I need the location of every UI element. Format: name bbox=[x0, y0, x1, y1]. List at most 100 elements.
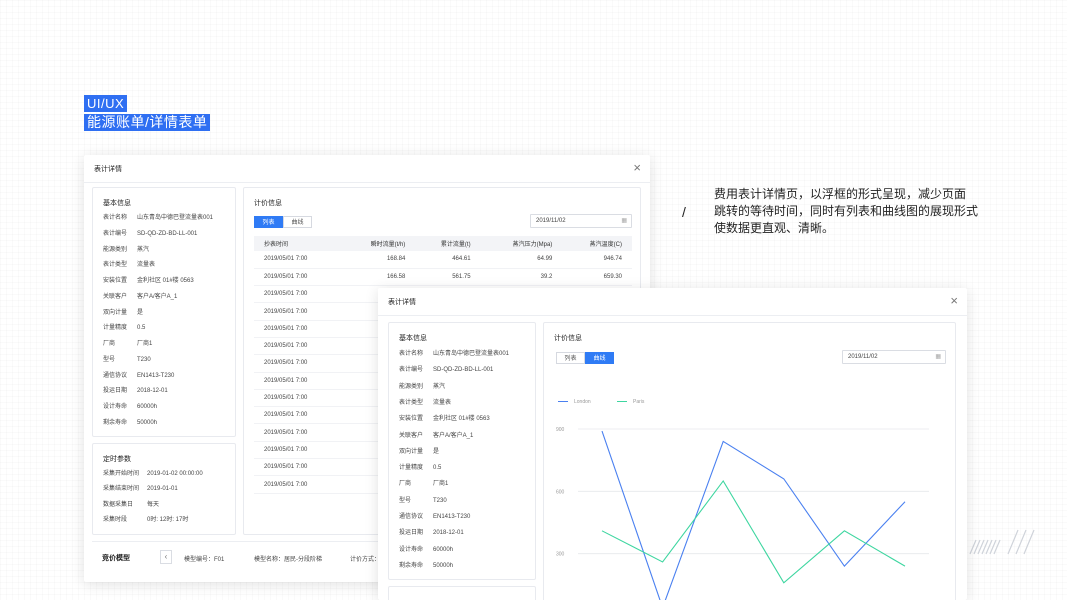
info-label: 表计编号 bbox=[399, 367, 424, 374]
info-row: 剩余寿命 50000h bbox=[103, 419, 157, 427]
info-label: 能源类别 bbox=[103, 246, 128, 253]
table-cell: 2019/05/01 7:00 bbox=[254, 354, 342, 373]
legend-london: London bbox=[558, 399, 591, 405]
basic-info-title: 基本信息 bbox=[399, 335, 427, 342]
legend-paris: Paris bbox=[617, 399, 644, 405]
info-label: 能源类别 bbox=[399, 383, 424, 390]
info-row: 厂商 厂商1 bbox=[103, 340, 152, 348]
info-value: T230 bbox=[137, 356, 151, 363]
info-value: 2019-01-02 00:00:00 bbox=[147, 471, 203, 477]
info-label: 关联客户 bbox=[103, 293, 128, 300]
timing-params-panel bbox=[388, 586, 536, 600]
table-row[interactable]: 2019/05/01 7:00 166.58 561.75 39.2 659.30 bbox=[254, 268, 632, 287]
model-number: 模型编号：F01 bbox=[184, 557, 225, 563]
table-cell: 2019/05/01 7:00 bbox=[254, 302, 342, 321]
info-value: 流量表 bbox=[137, 262, 156, 269]
table-cell: 64.99 bbox=[480, 251, 563, 269]
info-label: 通信协议 bbox=[103, 372, 128, 379]
info-value: 流量表 bbox=[433, 399, 452, 406]
y-tick-label: 300 bbox=[556, 552, 565, 558]
info-row: 计量精度 0.5 bbox=[103, 324, 145, 332]
table-cell: 464.61 bbox=[415, 251, 481, 269]
date-picker[interactable]: 2019/11/02 ▦ bbox=[842, 350, 946, 364]
info-value: EN1413-T230 bbox=[433, 514, 471, 520]
info-label: 表计编号 bbox=[103, 230, 128, 237]
info-value: 2019-01-01 bbox=[147, 486, 178, 493]
info-row: 表计类型 流量表 bbox=[399, 399, 451, 407]
date-value: 2019/11/02 bbox=[848, 354, 878, 360]
prev-arrow-icon[interactable]: ‹ bbox=[160, 550, 172, 564]
info-row: 能源类别 蒸汽 bbox=[103, 246, 149, 254]
info-row: 能源类别 蒸汽 bbox=[399, 383, 445, 391]
info-value: 2018-12-01 bbox=[137, 388, 168, 395]
info-label: 表计名称 bbox=[399, 351, 424, 357]
timing-params-panel: 定时参数 采集开始时间 2019-01-02 00:00:00 采集结束时间 2019… bbox=[92, 443, 236, 535]
table-cell: 2019/05/01 7:00 bbox=[254, 285, 342, 304]
info-value: 60000h bbox=[137, 404, 158, 410]
info-value: 蒸汽 bbox=[137, 246, 150, 253]
tab-curve[interactable]: 曲线 bbox=[283, 216, 312, 228]
basic-info-panel: 基本信息 表计名称 山东青岛中德巴登流量表001 表计编号 SD-QD-ZD-BD-L… bbox=[92, 187, 236, 437]
info-row: 采集开始时间 2019-01-02 00:00:00 bbox=[103, 470, 203, 478]
info-row: 通信协议 EN1413-T230 bbox=[399, 513, 470, 521]
info-value: 是 bbox=[433, 448, 440, 455]
y-tick-label: 900 bbox=[556, 427, 565, 433]
legend-swatch-paris bbox=[617, 401, 627, 403]
info-row: 双向计量 是 bbox=[399, 448, 439, 456]
info-value: 每天 bbox=[147, 501, 160, 508]
tab-list[interactable]: 列表 bbox=[254, 216, 283, 228]
y-tick-label: 600 bbox=[556, 489, 565, 495]
info-row: 安装位置 金利社区 01#楼 0563 bbox=[399, 415, 490, 423]
info-row: 数据采集日 每天 bbox=[103, 501, 159, 509]
pricing-info-title: 计价信息 bbox=[254, 200, 282, 207]
dialog-header: 表计详情 × bbox=[378, 288, 967, 316]
legend-label: London bbox=[574, 399, 591, 405]
info-row: 型号 T230 bbox=[399, 497, 447, 505]
info-row: 剩余寿命 50000h bbox=[399, 562, 453, 570]
table-cell: 2019/05/01 7:00 bbox=[254, 389, 342, 408]
info-value: 0.5 bbox=[433, 465, 442, 472]
meter-detail-dialog-curve: 表计详情 × 基本信息 表计名称 山东青岛中德巴登流量表001 表计编号 SD-QD-… bbox=[378, 288, 967, 600]
info-row: 安装位置 金利社区 01#楼 0563 bbox=[103, 277, 194, 285]
dialog-title: 表计详情 bbox=[94, 166, 122, 173]
table-cell: 2019/05/01 7:00 bbox=[254, 268, 342, 287]
info-value: 是 bbox=[137, 309, 144, 316]
info-row: 采集时段 0时: 12时: 17时 bbox=[103, 516, 188, 524]
info-value: 山东青岛中德巴登流量表001 bbox=[433, 351, 510, 357]
info-label: 设计寿命 bbox=[399, 546, 424, 553]
flow-line-chart: 900 600 300 bbox=[556, 427, 929, 600]
info-label: 表计类型 bbox=[399, 399, 424, 406]
info-row: 双向计量 是 bbox=[103, 309, 143, 317]
column-header: 累计流量(t) bbox=[415, 236, 481, 251]
info-label: 投运日期 bbox=[103, 388, 128, 395]
info-value: 50000h bbox=[433, 562, 454, 569]
info-row: 投运日期 2018-12-01 bbox=[399, 529, 464, 537]
table-cell: 168.84 bbox=[341, 251, 416, 269]
info-row: 表计编号 SD-QD-ZD-BD-LL-001 bbox=[103, 230, 197, 238]
info-row: 表计类型 流量表 bbox=[103, 261, 155, 269]
table-cell: 659.30 bbox=[562, 268, 632, 287]
info-label: 剩余寿命 bbox=[399, 562, 424, 569]
info-value: 蒸汽 bbox=[433, 383, 446, 390]
series-line-london bbox=[601, 430, 906, 600]
dialog-title: 表计详情 bbox=[388, 299, 416, 306]
table-cell: 2019/05/01 7:00 bbox=[254, 406, 342, 425]
table-cell: 561.75 bbox=[415, 268, 481, 287]
close-icon[interactable]: × bbox=[950, 294, 958, 307]
tab-curve[interactable]: 曲线 bbox=[585, 352, 614, 364]
table-cell: 2019/05/01 7:00 bbox=[254, 251, 342, 269]
tab-list[interactable]: 列表 bbox=[556, 352, 585, 364]
info-label: 通信协议 bbox=[399, 514, 424, 520]
info-label: 安装位置 bbox=[103, 278, 128, 284]
description-slash: / bbox=[682, 204, 686, 220]
timing-params-title: 定时参数 bbox=[103, 456, 131, 463]
table-row[interactable]: 2019/05/01 7:00 168.84 464.61 64.99 946.74 bbox=[254, 251, 632, 269]
info-label: 厂商 bbox=[399, 481, 412, 488]
close-icon[interactable]: × bbox=[633, 161, 641, 174]
info-label: 采集时段 bbox=[103, 516, 128, 523]
date-picker[interactable]: 2019/11/02 ▦ bbox=[530, 214, 632, 228]
info-row: 通信协议 EN1413-T230 bbox=[103, 372, 174, 380]
view-toggle: 列表 曲线 bbox=[254, 216, 312, 228]
info-row: 投运日期 2018-12-01 bbox=[103, 387, 168, 395]
info-label: 厂商 bbox=[103, 341, 116, 347]
